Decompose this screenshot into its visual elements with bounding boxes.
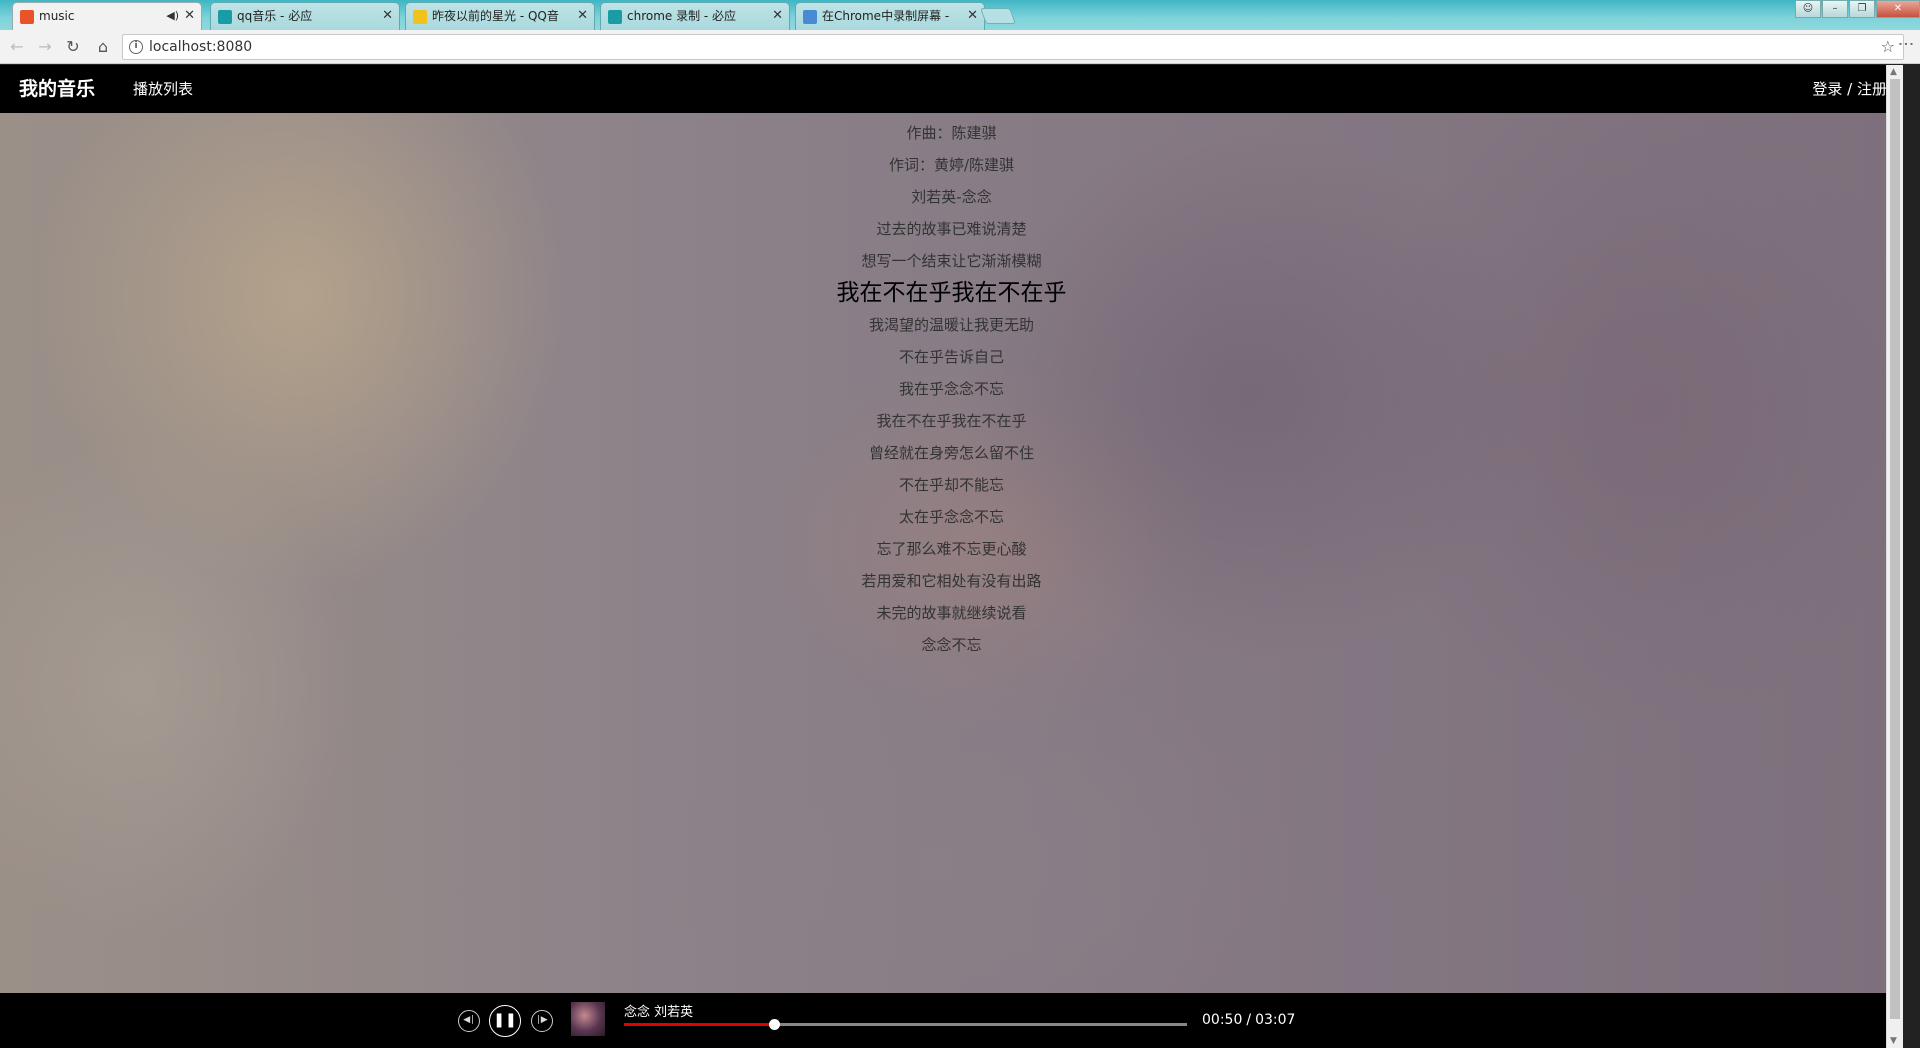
- brand-logo[interactable]: 我的音乐: [19, 65, 95, 113]
- scroll-thumb[interactable]: [1890, 79, 1900, 1019]
- back-icon[interactable]: ←: [6, 36, 28, 58]
- app-header: 我的音乐 播放列表 登录 / 注册: [0, 65, 1903, 113]
- maximize-button[interactable]: ❐: [1849, 0, 1875, 18]
- close-tab-icon[interactable]: ✕: [577, 3, 588, 29]
- lyric-line: 想写一个结束让它渐渐模糊: [861, 252, 1042, 270]
- close-tab-icon[interactable]: ✕: [382, 3, 393, 29]
- page-scrollbar[interactable]: ▲ ▼: [1886, 65, 1903, 1048]
- lyric-line: 我在不在乎我在不在乎: [876, 412, 1027, 430]
- current-time: 00:50: [1202, 1012, 1243, 1028]
- bing-icon: [218, 10, 232, 24]
- browser-tab[interactable]: qq音乐 - 必应 ✕: [210, 2, 400, 30]
- new-tab-button[interactable]: [980, 8, 1016, 24]
- next-track-button[interactable]: ∣▶: [531, 1010, 553, 1032]
- browser-tab[interactable]: music ◀) ✕: [12, 2, 202, 31]
- close-window-button[interactable]: ✕: [1876, 0, 1920, 18]
- bing-icon: [608, 10, 622, 24]
- xampp-icon: [20, 10, 34, 24]
- lyric-line: 太在乎念念不忘: [898, 508, 1004, 526]
- lyric-line: 刘若英-念念: [911, 188, 992, 206]
- lyric-line: 我在乎念念不忘: [898, 380, 1004, 398]
- bookmark-star-icon[interactable]: ☆: [1881, 35, 1895, 59]
- pause-button[interactable]: ❚❚: [489, 1005, 521, 1037]
- close-tab-icon[interactable]: ✕: [772, 3, 783, 29]
- browser-toolbar: ← → ↻ ⌂ i localhost:8080 ☆ ⋮: [0, 30, 1920, 64]
- lyric-line-current: 我在不在乎我在不在乎: [836, 280, 1067, 306]
- lyric-line: 我渴望的温暖让我更无助: [868, 316, 1034, 334]
- browser-tab[interactable]: 在Chrome中录制屏幕 - ✕: [795, 2, 985, 30]
- reload-icon[interactable]: ↻: [62, 36, 84, 58]
- lyric-line: 作曲：陈建骐: [906, 124, 997, 142]
- tab-title: music: [39, 9, 75, 23]
- forward-icon[interactable]: →: [34, 36, 56, 58]
- music-app: 我的音乐 播放列表 登录 / 注册 作曲：陈建骐 作词：黄婷/陈建骐 刘若英-念念过…: [0, 65, 1903, 1048]
- duration: 03:07: [1255, 1012, 1296, 1028]
- address-bar[interactable]: i localhost:8080 ☆: [122, 34, 1904, 60]
- progress-handle[interactable]: [769, 1019, 781, 1030]
- tab-title: qq音乐 - 必应: [237, 9, 313, 23]
- user-icon[interactable]: ☺: [1795, 0, 1821, 18]
- progress-fill: [624, 1023, 775, 1026]
- browser-tabstrip: music ◀) ✕ qq音乐 - 必应 ✕ 昨夜以前的星光 - QQ音 ✕ chrome 录…: [0, 0, 1920, 31]
- lyric-line: 忘了那么难不忘更心酸: [876, 540, 1027, 558]
- login-register-link[interactable]: 登录 / 注册: [1812, 65, 1887, 113]
- track-title: 念念 刘若英: [624, 1005, 694, 1020]
- lyric-line: 作词：黄婷/陈建骐: [888, 156, 1015, 174]
- close-tab-icon[interactable]: ✕: [184, 3, 195, 29]
- player-bar: ◀∣ ❚❚ ∣▶ 念念 刘若英 00:50/03:07: [0, 993, 1903, 1048]
- window-controls: ☺ – ❐ ✕: [1794, 0, 1920, 20]
- tab-title: 昨夜以前的星光 - QQ音: [432, 9, 559, 23]
- lyric-line: 若用爱和它相处有没有出路: [861, 572, 1042, 590]
- tab-title: 在Chrome中录制屏幕 -: [822, 9, 950, 23]
- site-info-icon[interactable]: i: [129, 40, 143, 54]
- lyrics-panel: 作曲：陈建骐 作词：黄婷/陈建骐 刘若英-念念过去的故事已难说清楚 想写一个结束让它渐…: [0, 117, 1903, 661]
- home-icon[interactable]: ⌂: [92, 36, 114, 58]
- lyric-line: 未完的故事就继续说看: [876, 604, 1027, 622]
- scroll-up-icon[interactable]: ▲: [1890, 67, 1897, 77]
- progress-bar[interactable]: [624, 1019, 1187, 1030]
- page-icon: [803, 10, 817, 24]
- nav-playlist-link[interactable]: 播放列表: [133, 65, 193, 113]
- lyric-line: 不在乎却不能忘: [898, 476, 1004, 494]
- previous-track-button[interactable]: ◀∣: [458, 1010, 480, 1032]
- lyric-line: 过去的故事已难说清楚: [876, 220, 1027, 238]
- album-cover[interactable]: [571, 1002, 605, 1036]
- qqmusic-icon: [413, 10, 427, 24]
- scroll-down-icon[interactable]: ▼: [1890, 1036, 1897, 1046]
- browser-menu-icon[interactable]: ⋮: [1897, 36, 1916, 50]
- url-text: localhost:8080: [149, 39, 253, 55]
- minimize-button[interactable]: –: [1822, 0, 1848, 18]
- browser-tab[interactable]: 昨夜以前的星光 - QQ音 ✕: [405, 2, 595, 30]
- close-tab-icon[interactable]: ✕: [967, 3, 978, 29]
- browser-tab[interactable]: chrome 录制 - 必应 ✕: [600, 2, 790, 30]
- lyric-line: 不在乎告诉自己: [898, 348, 1004, 366]
- tab-title: chrome 录制 - 必应: [627, 9, 737, 23]
- lyric-line: 曾经就在身旁怎么留不住: [868, 444, 1034, 462]
- lyric-line: 念念不忘: [921, 636, 982, 654]
- time-display: 00:50/03:07: [1202, 1012, 1296, 1028]
- speaker-icon[interactable]: ◀): [166, 3, 179, 29]
